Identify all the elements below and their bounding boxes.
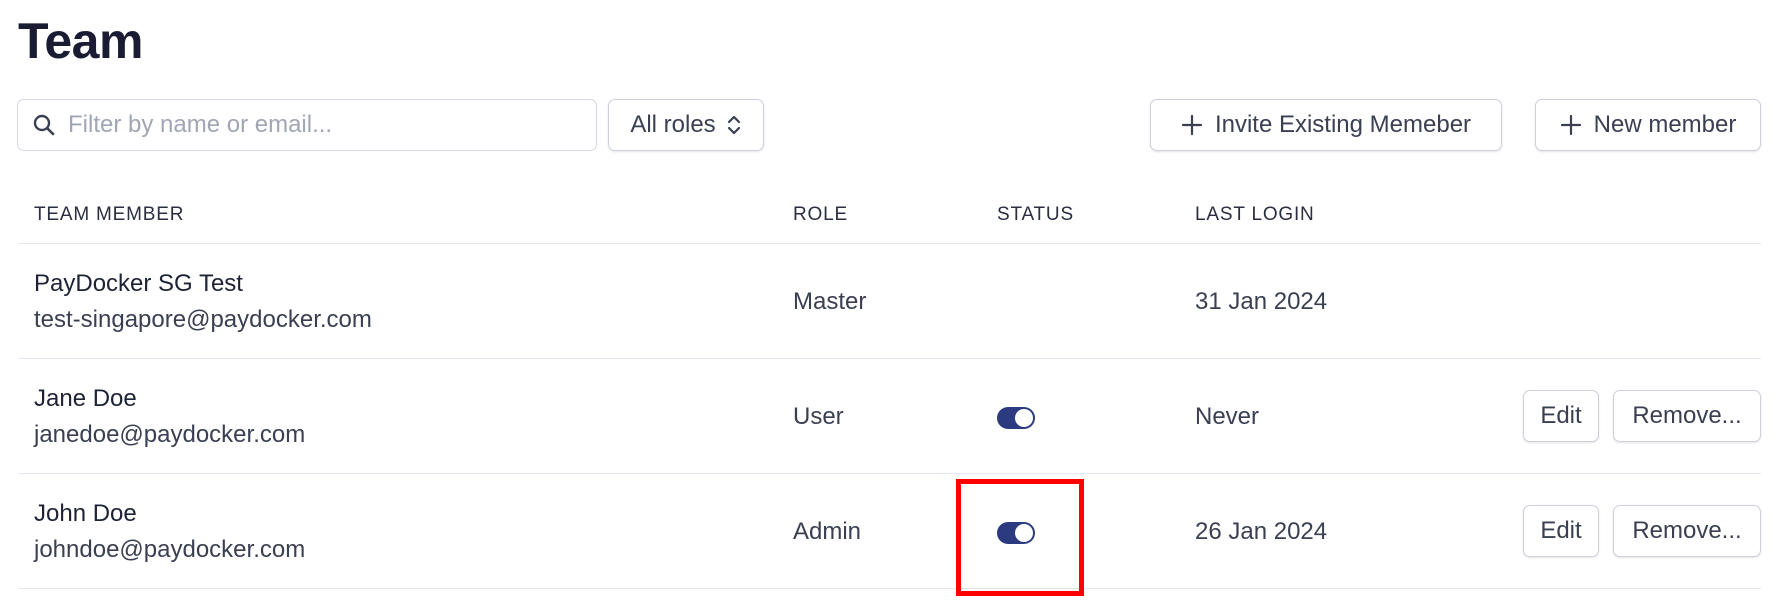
team-table: TEAM MEMBER ROLE STATUS LAST LOGIN PayDo… [18, 190, 1761, 589]
chevron-up-down-icon [726, 114, 742, 136]
invite-existing-member-button[interactable]: Invite Existing Memeber [1150, 99, 1502, 151]
toggle-knob [1015, 524, 1033, 542]
table-header: TEAM MEMBER ROLE STATUS LAST LOGIN [18, 190, 1761, 244]
member-last-login: 26 Jan 2024 [1195, 518, 1328, 545]
member-role: User [793, 403, 844, 430]
table-row: John Doe johndoe@paydocker.com Admin 26 … [18, 474, 1761, 589]
member-role: Admin [793, 518, 862, 545]
team-page: Team All roles [0, 0, 1776, 610]
member-email: janedoe@paydocker.com [34, 421, 306, 448]
member-name: John Doe [34, 500, 137, 527]
search-box[interactable] [17, 99, 597, 151]
header-team-member: TEAM MEMBER [34, 204, 185, 225]
member-email: test-singapore@paydocker.com [34, 306, 372, 333]
new-member-label: New member [1593, 111, 1737, 138]
member-name: Jane Doe [34, 385, 137, 412]
invite-existing-member-label: Invite Existing Memeber [1214, 111, 1472, 138]
remove-button[interactable]: Remove... [1613, 390, 1761, 442]
table-row: Jane Doe janedoe@paydocker.com User Neve… [18, 359, 1761, 474]
remove-button-label: Remove... [1632, 517, 1742, 544]
status-toggle[interactable] [997, 407, 1035, 429]
new-member-button[interactable]: New member [1535, 99, 1761, 151]
page-title: Team [18, 13, 143, 69]
toggle-knob [1015, 409, 1033, 427]
remove-button[interactable]: Remove... [1613, 505, 1761, 557]
status-toggle[interactable] [997, 522, 1035, 544]
edit-button[interactable]: Edit [1523, 505, 1599, 557]
header-role: ROLE [793, 204, 848, 225]
member-email: johndoe@paydocker.com [34, 536, 306, 563]
member-name: PayDocker SG Test [34, 270, 243, 297]
edit-button[interactable]: Edit [1523, 390, 1599, 442]
roles-select[interactable]: All roles [608, 99, 764, 151]
plus-icon [1181, 114, 1203, 136]
edit-button-label: Edit [1540, 517, 1582, 544]
header-status: STATUS [997, 204, 1074, 225]
edit-button-label: Edit [1540, 402, 1582, 429]
plus-icon [1560, 114, 1582, 136]
header-last-login: LAST LOGIN [1195, 204, 1315, 225]
member-last-login: Never [1195, 403, 1260, 430]
search-icon [32, 113, 56, 137]
remove-button-label: Remove... [1632, 402, 1742, 429]
table-row: PayDocker SG Test test-singapore@paydock… [18, 244, 1761, 359]
member-last-login: 31 Jan 2024 [1195, 288, 1328, 315]
roles-select-label: All roles [630, 111, 716, 138]
member-role: Master [793, 288, 867, 315]
search-input[interactable] [68, 105, 568, 145]
